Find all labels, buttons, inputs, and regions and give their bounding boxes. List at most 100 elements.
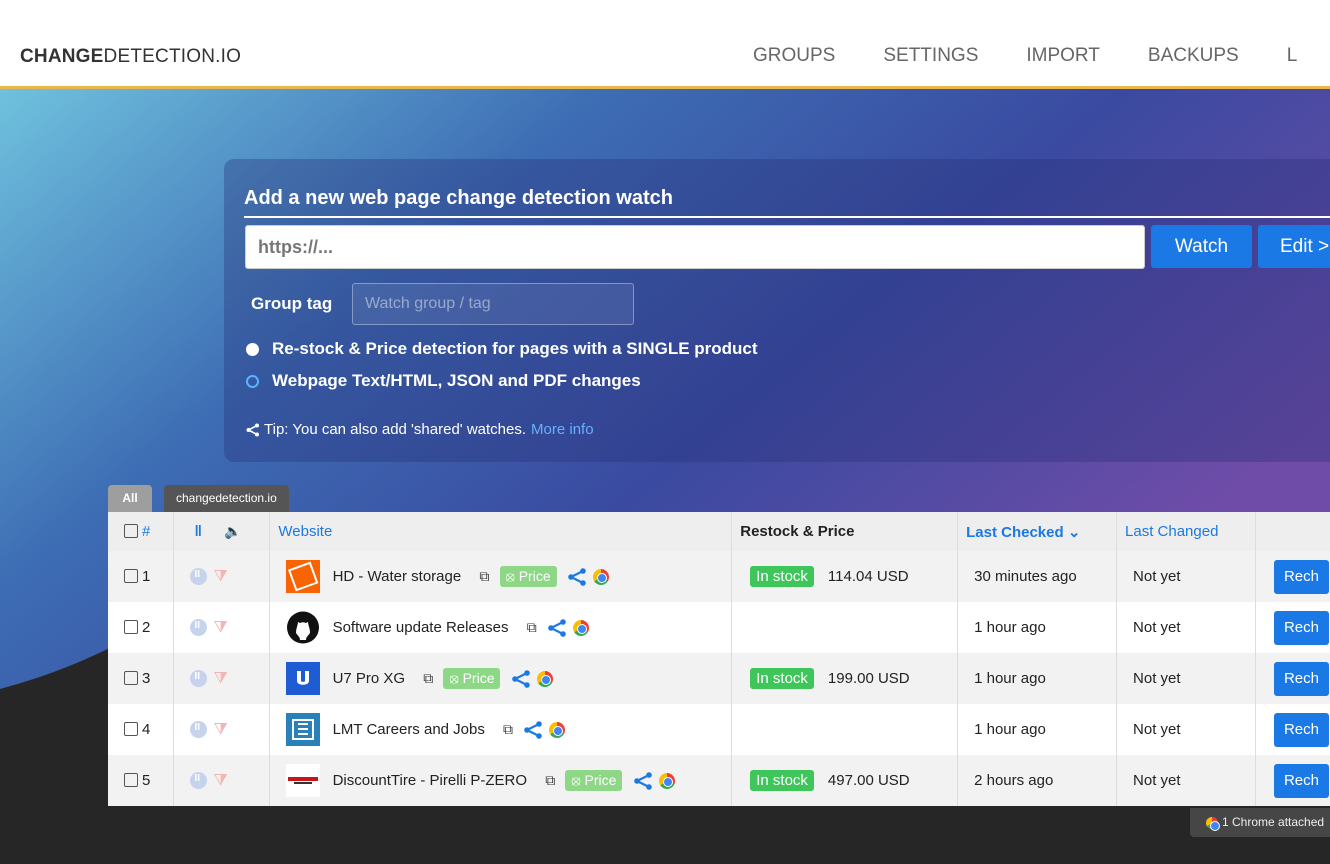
- row-last-changed: Not yet: [1116, 602, 1256, 653]
- pause-all-icon[interactable]: ‖: [194, 523, 201, 540]
- mute-bell-icon[interactable]: ⧩: [213, 670, 227, 688]
- row-restock: [731, 704, 959, 755]
- recheck-button[interactable]: Rech: [1273, 559, 1329, 594]
- watch-title[interactable]: Software update Releases: [333, 619, 509, 636]
- table-row: 4 ⧩ LMT Careers and Jobs ⧉ 1 hour ago No…: [108, 704, 1330, 755]
- row-select: 3: [108, 653, 175, 704]
- pause-icon[interactable]: [190, 619, 208, 637]
- header-last-changed[interactable]: Last Changed: [1116, 512, 1256, 551]
- nav-groups[interactable]: GROUPS: [753, 45, 835, 67]
- select-all-checkbox[interactable]: [124, 524, 138, 538]
- mute-all-icon[interactable]: 🔈: [224, 523, 241, 539]
- group-tabs: All changedetection.io: [108, 485, 301, 512]
- url-input[interactable]: [245, 225, 1145, 269]
- header-last-checked[interactable]: Last Checked ⌄: [957, 512, 1118, 551]
- chrome-fetcher-icon: [549, 721, 566, 738]
- row-website: Software update Releases ⧉: [269, 602, 733, 653]
- price-tag-badge: ⦻ Price: [565, 770, 623, 791]
- radio-text[interactable]: [246, 374, 259, 388]
- option-restock[interactable]: Re-stock & Price detection for pages wit…: [246, 339, 758, 359]
- pause-icon[interactable]: [190, 772, 208, 790]
- row-checkbox[interactable]: [124, 722, 138, 736]
- tab-changedetection[interactable]: changedetection.io: [164, 485, 289, 512]
- row-num: 4: [142, 721, 151, 738]
- row-controls: ⧩: [173, 755, 271, 806]
- share-icon[interactable]: [567, 567, 587, 587]
- mute-bell-icon[interactable]: ⧩: [213, 772, 227, 790]
- chrome-fetcher-icon: [573, 619, 590, 636]
- table-header-row: # ‖ 🔈 Website Restock & Price Last Check…: [108, 512, 1330, 551]
- share-icon[interactable]: [633, 771, 653, 791]
- share-icon[interactable]: [511, 669, 531, 689]
- chrome-icon: [1206, 816, 1220, 831]
- more-info-link[interactable]: More info: [531, 421, 594, 438]
- recheck-button[interactable]: Rech: [1273, 610, 1329, 645]
- watch-title[interactable]: HD - Water storage: [333, 568, 462, 585]
- table-row: 2 ⧩ Software update Releases ⧉ 1 hour ag…: [108, 602, 1330, 653]
- add-watch-title: Add a new web page change detection watc…: [244, 187, 673, 209]
- mute-bell-icon[interactable]: ⧩: [213, 568, 227, 586]
- github-favicon: [287, 611, 320, 644]
- nav-more[interactable]: L: [1287, 45, 1298, 67]
- watch-title[interactable]: DiscountTire - Pirelli P-ZERO: [333, 772, 527, 789]
- recheck-button[interactable]: Rech: [1273, 661, 1329, 696]
- row-website: U7 Pro XG ⧉ ⦻ Price: [269, 653, 733, 704]
- add-watch-panel: Add a new web page change detection watc…: [224, 159, 1330, 462]
- nav-settings[interactable]: SETTINGS: [883, 45, 978, 67]
- watch-button[interactable]: Watch: [1151, 225, 1252, 268]
- group-tag-input[interactable]: [352, 283, 634, 325]
- row-website: HD - Water storage ⧉ ⦻ Price: [269, 551, 733, 602]
- row-last-checked: 30 minutes ago: [957, 551, 1118, 602]
- row-checkbox[interactable]: [124, 569, 138, 583]
- row-select: 1: [108, 551, 175, 602]
- row-controls: ⧩: [173, 653, 271, 704]
- external-link-icon[interactable]: ⧉: [479, 568, 489, 585]
- chrome-status-text: 1 Chrome attached: [1222, 815, 1325, 829]
- row-last-checked: 1 hour ago: [957, 653, 1118, 704]
- recheck-button[interactable]: Rech: [1273, 712, 1329, 747]
- edit-button[interactable]: Edit >: [1258, 225, 1330, 268]
- main-nav: GROUPS SETTINGS IMPORT BACKUPS L: [753, 45, 1330, 67]
- site-logo[interactable]: CHANGEDETECTION.IO: [20, 46, 241, 68]
- tab-all[interactable]: All: [108, 485, 152, 512]
- pause-icon[interactable]: [190, 721, 208, 739]
- watch-title[interactable]: LMT Careers and Jobs: [333, 721, 485, 738]
- row-restock: [731, 602, 959, 653]
- row-restock: In stock 199.00 USD: [731, 653, 959, 704]
- mute-bell-icon[interactable]: ⧩: [213, 721, 227, 739]
- pause-icon[interactable]: [190, 670, 208, 688]
- recheck-button[interactable]: Rech: [1273, 763, 1329, 798]
- radio-restock[interactable]: [246, 342, 259, 356]
- header-website[interactable]: Website: [269, 512, 733, 551]
- row-checkbox[interactable]: [124, 620, 138, 634]
- nav-backups[interactable]: BACKUPS: [1148, 45, 1239, 67]
- share-icon[interactable]: [523, 720, 543, 740]
- row-last-changed: Not yet: [1116, 653, 1256, 704]
- external-link-icon[interactable]: ⧉: [503, 721, 513, 738]
- external-link-icon[interactable]: ⧉: [527, 619, 537, 636]
- header-restock: Restock & Price: [731, 512, 959, 551]
- row-controls: ⧩: [173, 602, 271, 653]
- row-last-changed: Not yet: [1116, 551, 1256, 602]
- pause-icon[interactable]: [190, 568, 208, 586]
- option-text-label: Webpage Text/HTML, JSON and PDF changes: [272, 371, 641, 390]
- watch-title[interactable]: U7 Pro XG: [333, 670, 406, 687]
- row-actions: Rech: [1255, 551, 1330, 602]
- mute-bell-icon[interactable]: ⧩: [213, 619, 227, 637]
- row-restock: In stock 497.00 USD: [731, 755, 959, 806]
- row-checkbox[interactable]: [124, 773, 138, 787]
- price-tag-badge: ⦻ Price: [499, 566, 557, 587]
- external-link-icon[interactable]: ⧉: [423, 670, 433, 687]
- header-controls: ‖ 🔈: [173, 512, 271, 551]
- external-link-icon[interactable]: ⧉: [545, 772, 555, 789]
- share-icon[interactable]: [547, 618, 567, 638]
- chrome-fetcher-icon: [658, 772, 675, 789]
- row-actions: Rech: [1255, 704, 1330, 755]
- nav-import[interactable]: IMPORT: [1026, 45, 1100, 67]
- row-controls: ⧩: [173, 704, 271, 755]
- price-value: 497.00 USD: [827, 772, 910, 789]
- row-checkbox[interactable]: [124, 671, 138, 685]
- stock-badge: In stock: [750, 668, 814, 689]
- option-text[interactable]: Webpage Text/HTML, JSON and PDF changes: [246, 371, 641, 391]
- tip-line: Tip: You can also add 'shared' watches. …: [246, 421, 594, 438]
